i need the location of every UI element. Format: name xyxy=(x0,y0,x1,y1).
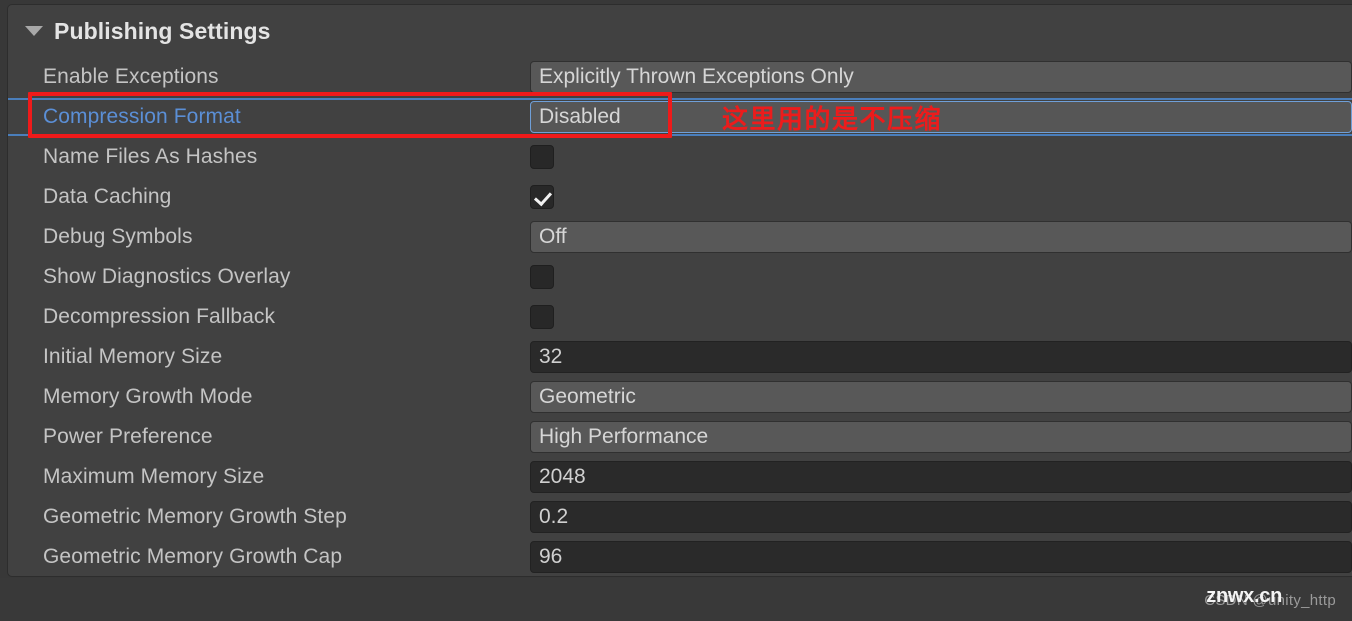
settings-row-enable-exceptions: Enable Exceptions Explicitly Thrown Excep… xyxy=(8,57,1352,97)
field-zone-memory-growth-mode: Geometric xyxy=(523,377,1352,417)
row-label-compression-format: Compression Format xyxy=(43,105,241,128)
row-label-initial-memory-size: Initial Memory Size xyxy=(43,345,223,368)
row-label-maximum-memory-size: Maximum Memory Size xyxy=(43,465,265,488)
textfield-initial-memory-size[interactable]: 32 xyxy=(530,341,1352,373)
settings-row-power-preference: Power Preference High Performance xyxy=(8,417,1352,457)
row-label-data-caching: Data Caching xyxy=(43,185,172,208)
textfield-geometric-memory-growth-cap[interactable]: 96 xyxy=(530,541,1352,573)
publishing-settings-panel: Publishing Settings Enable Exceptions Exp… xyxy=(7,4,1352,577)
dropdown-enable-exceptions[interactable]: Explicitly Thrown Exceptions Only xyxy=(530,61,1352,93)
screenshot-root: Publishing Settings Enable Exceptions Exp… xyxy=(0,0,1352,621)
field-zone-enable-exceptions: Explicitly Thrown Exceptions Only xyxy=(523,57,1352,97)
row-label-name-files-as-hashes: Name Files As Hashes xyxy=(43,145,258,168)
settings-row-show-diagnostics-overlay: Show Diagnostics Overlay xyxy=(8,257,1352,297)
settings-row-compression-format: Compression Format Disabled xyxy=(8,97,1352,137)
field-zone-initial-memory-size: 32 xyxy=(523,337,1352,377)
checkbox-show-diagnostics-overlay[interactable] xyxy=(530,265,554,289)
settings-row-geometric-memory-growth-cap: Geometric Memory Growth Cap 96 xyxy=(8,537,1352,576)
dropdown-debug-symbols[interactable]: Off xyxy=(530,221,1352,253)
field-zone-debug-symbols: Off xyxy=(523,217,1352,257)
settings-row-name-files-as-hashes: Name Files As Hashes xyxy=(8,137,1352,177)
field-zone-decompression-fallback xyxy=(523,297,1352,337)
watermark-site: znwx.cn xyxy=(1206,585,1282,607)
settings-row-list: Enable Exceptions Explicitly Thrown Excep… xyxy=(8,57,1352,576)
checkbox-decompression-fallback[interactable] xyxy=(530,305,554,329)
row-label-show-diagnostics-overlay: Show Diagnostics Overlay xyxy=(43,265,291,288)
settings-row-data-caching: Data Caching xyxy=(8,177,1352,217)
settings-row-decompression-fallback: Decompression Fallback xyxy=(8,297,1352,337)
textfield-geometric-memory-growth-step[interactable]: 0.2 xyxy=(530,501,1352,533)
page-title: Publishing Settings xyxy=(54,17,271,44)
field-zone-show-diagnostics-overlay xyxy=(523,257,1352,297)
dropdown-power-preference[interactable]: High Performance xyxy=(530,421,1352,453)
field-zone-power-preference: High Performance xyxy=(523,417,1352,457)
settings-row-debug-symbols: Debug Symbols Off xyxy=(8,217,1352,257)
settings-row-geometric-memory-growth-step: Geometric Memory Growth Step 0.2 xyxy=(8,497,1352,537)
annotation-chinese-note: 这里用的是不压缩 xyxy=(722,105,943,135)
checkbox-name-files-as-hashes[interactable] xyxy=(530,145,554,169)
row-label-power-preference: Power Preference xyxy=(43,425,213,448)
bottom-strip xyxy=(0,578,1352,621)
dropdown-memory-growth-mode[interactable]: Geometric xyxy=(530,381,1352,413)
textfield-maximum-memory-size[interactable]: 2048 xyxy=(530,461,1352,493)
row-label-decompression-fallback: Decompression Fallback xyxy=(43,305,276,328)
row-label-memory-growth-mode: Memory Growth Mode xyxy=(43,385,253,408)
field-zone-name-files-as-hashes xyxy=(523,137,1352,177)
publishing-settings-foldout[interactable]: Publishing Settings xyxy=(8,5,1352,57)
row-label-enable-exceptions: Enable Exceptions xyxy=(43,65,219,88)
row-label-debug-symbols: Debug Symbols xyxy=(43,225,193,248)
settings-row-memory-growth-mode: Memory Growth Mode Geometric xyxy=(8,377,1352,417)
row-label-geometric-memory-growth-step: Geometric Memory Growth Step xyxy=(43,505,347,528)
field-zone-maximum-memory-size: 2048 xyxy=(523,457,1352,497)
field-zone-geometric-memory-growth-step: 0.2 xyxy=(523,497,1352,537)
row-label-geometric-memory-growth-cap: Geometric Memory Growth Cap xyxy=(43,545,343,568)
triangle-down-icon[interactable] xyxy=(25,26,43,36)
checkbox-data-caching[interactable] xyxy=(530,185,554,209)
field-zone-data-caching xyxy=(523,177,1352,217)
settings-row-initial-memory-size: Initial Memory Size 32 xyxy=(8,337,1352,377)
field-zone-geometric-memory-growth-cap: 96 xyxy=(523,537,1352,576)
settings-row-maximum-memory-size: Maximum Memory Size 2048 xyxy=(8,457,1352,497)
